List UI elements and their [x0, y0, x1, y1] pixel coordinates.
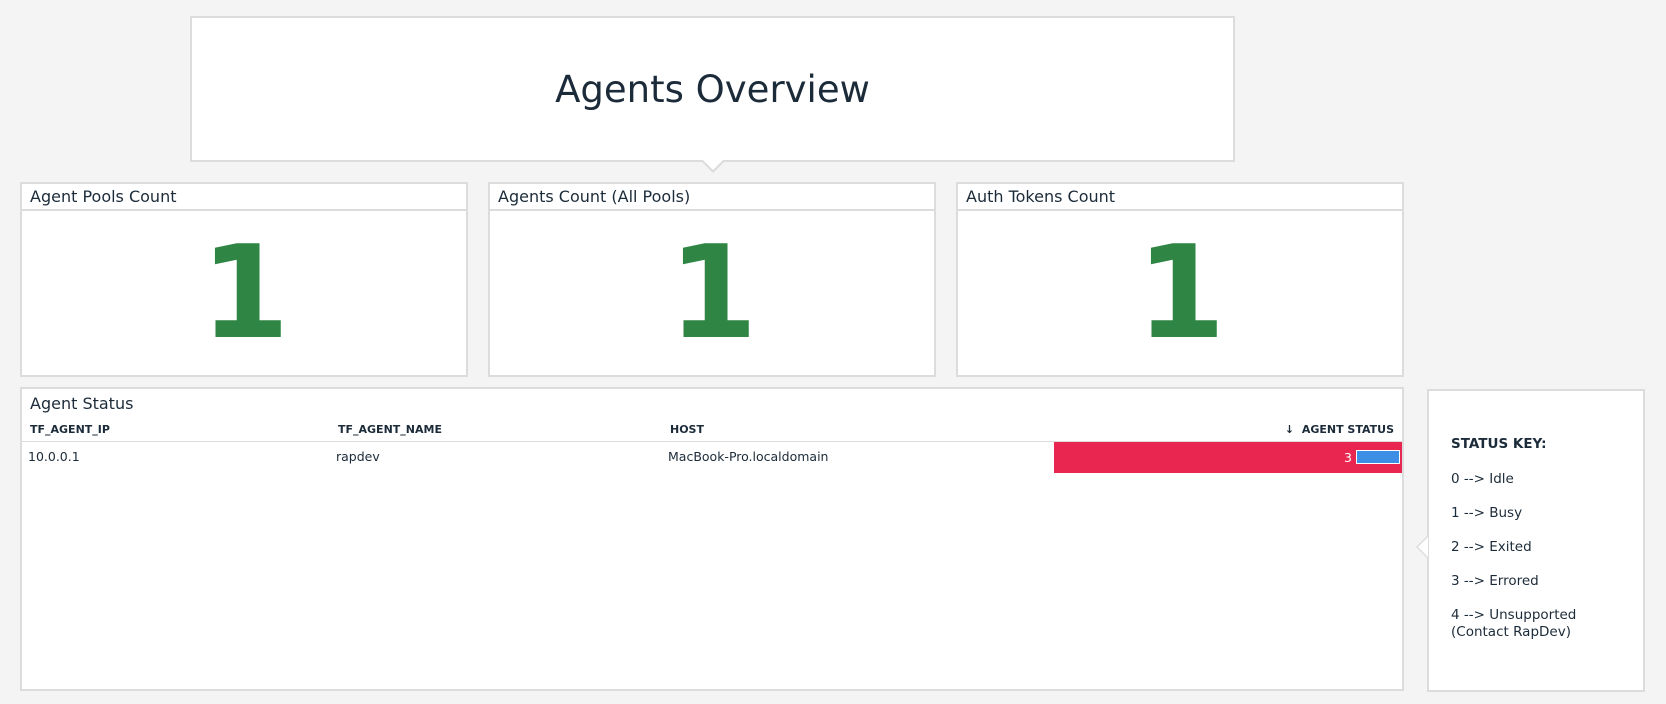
agent-status-bar [1356, 450, 1400, 464]
column-header-host[interactable]: HOST [670, 423, 704, 436]
cell-agent-ip: 10.0.0.1 [28, 449, 80, 464]
cell-agent-status: 3 [1054, 442, 1402, 473]
table-header: TF_AGENT_IP TF_AGENT_NAME HOST ↓ AGENT S… [22, 419, 1402, 442]
column-header-agent-status[interactable]: ↓ AGENT STATUS [1285, 423, 1394, 436]
status-key-title: STATUS KEY: [1451, 436, 1547, 452]
widget-title: Agent Pools Count [22, 184, 466, 211]
status-key-note: STATUS KEY: 0 --> Idle 1 --> Busy 2 --> … [1416, 389, 1645, 692]
query-value: 1 [668, 218, 757, 368]
widget-agent-status-table[interactable]: Agent Status TF_AGENT_IP TF_AGENT_NAME H… [20, 387, 1404, 691]
widget-title: Agent Status [30, 394, 134, 413]
sort-arrow-icon: ↓ [1284, 423, 1295, 436]
agent-status-value: 3 [1344, 450, 1352, 465]
column-header-name[interactable]: TF_AGENT_NAME [338, 423, 442, 436]
column-header-label: AGENT STATUS [1301, 423, 1394, 436]
query-value: 1 [200, 218, 289, 368]
agent-status-bar-fill [1357, 451, 1399, 463]
status-key-item: 0 --> Idle [1451, 471, 1514, 487]
column-header-ip[interactable]: TF_AGENT_IP [30, 423, 110, 436]
status-key-item: 2 --> Exited [1451, 539, 1532, 555]
status-key-item: 1 --> Busy [1451, 505, 1523, 521]
query-value: 1 [1136, 218, 1225, 368]
status-key-item: 3 --> Errored [1451, 573, 1539, 589]
widget-title: Agents Count (All Pools) [490, 184, 934, 211]
cell-agent-name: rapdev [336, 449, 380, 464]
table-row[interactable]: 10.0.0.1 rapdev MacBook-Pro.localdomain … [22, 442, 1402, 473]
dashboard-title-note: Agents Overview [190, 16, 1235, 173]
dashboard-title: Agents Overview [555, 67, 870, 111]
status-key-item: 4 --> Unsupported (Contact RapDev) [1451, 607, 1577, 640]
widget-agent-pools-count[interactable]: Agent Pools Count 1 [20, 182, 468, 377]
widget-agents-count[interactable]: Agents Count (All Pools) 1 [488, 182, 936, 377]
widget-auth-tokens-count[interactable]: Auth Tokens Count 1 [956, 182, 1404, 377]
note-pointer [700, 160, 725, 173]
note-pointer [1416, 535, 1428, 559]
cell-host: MacBook-Pro.localdomain [668, 449, 829, 464]
widget-title: Auth Tokens Count [958, 184, 1402, 211]
